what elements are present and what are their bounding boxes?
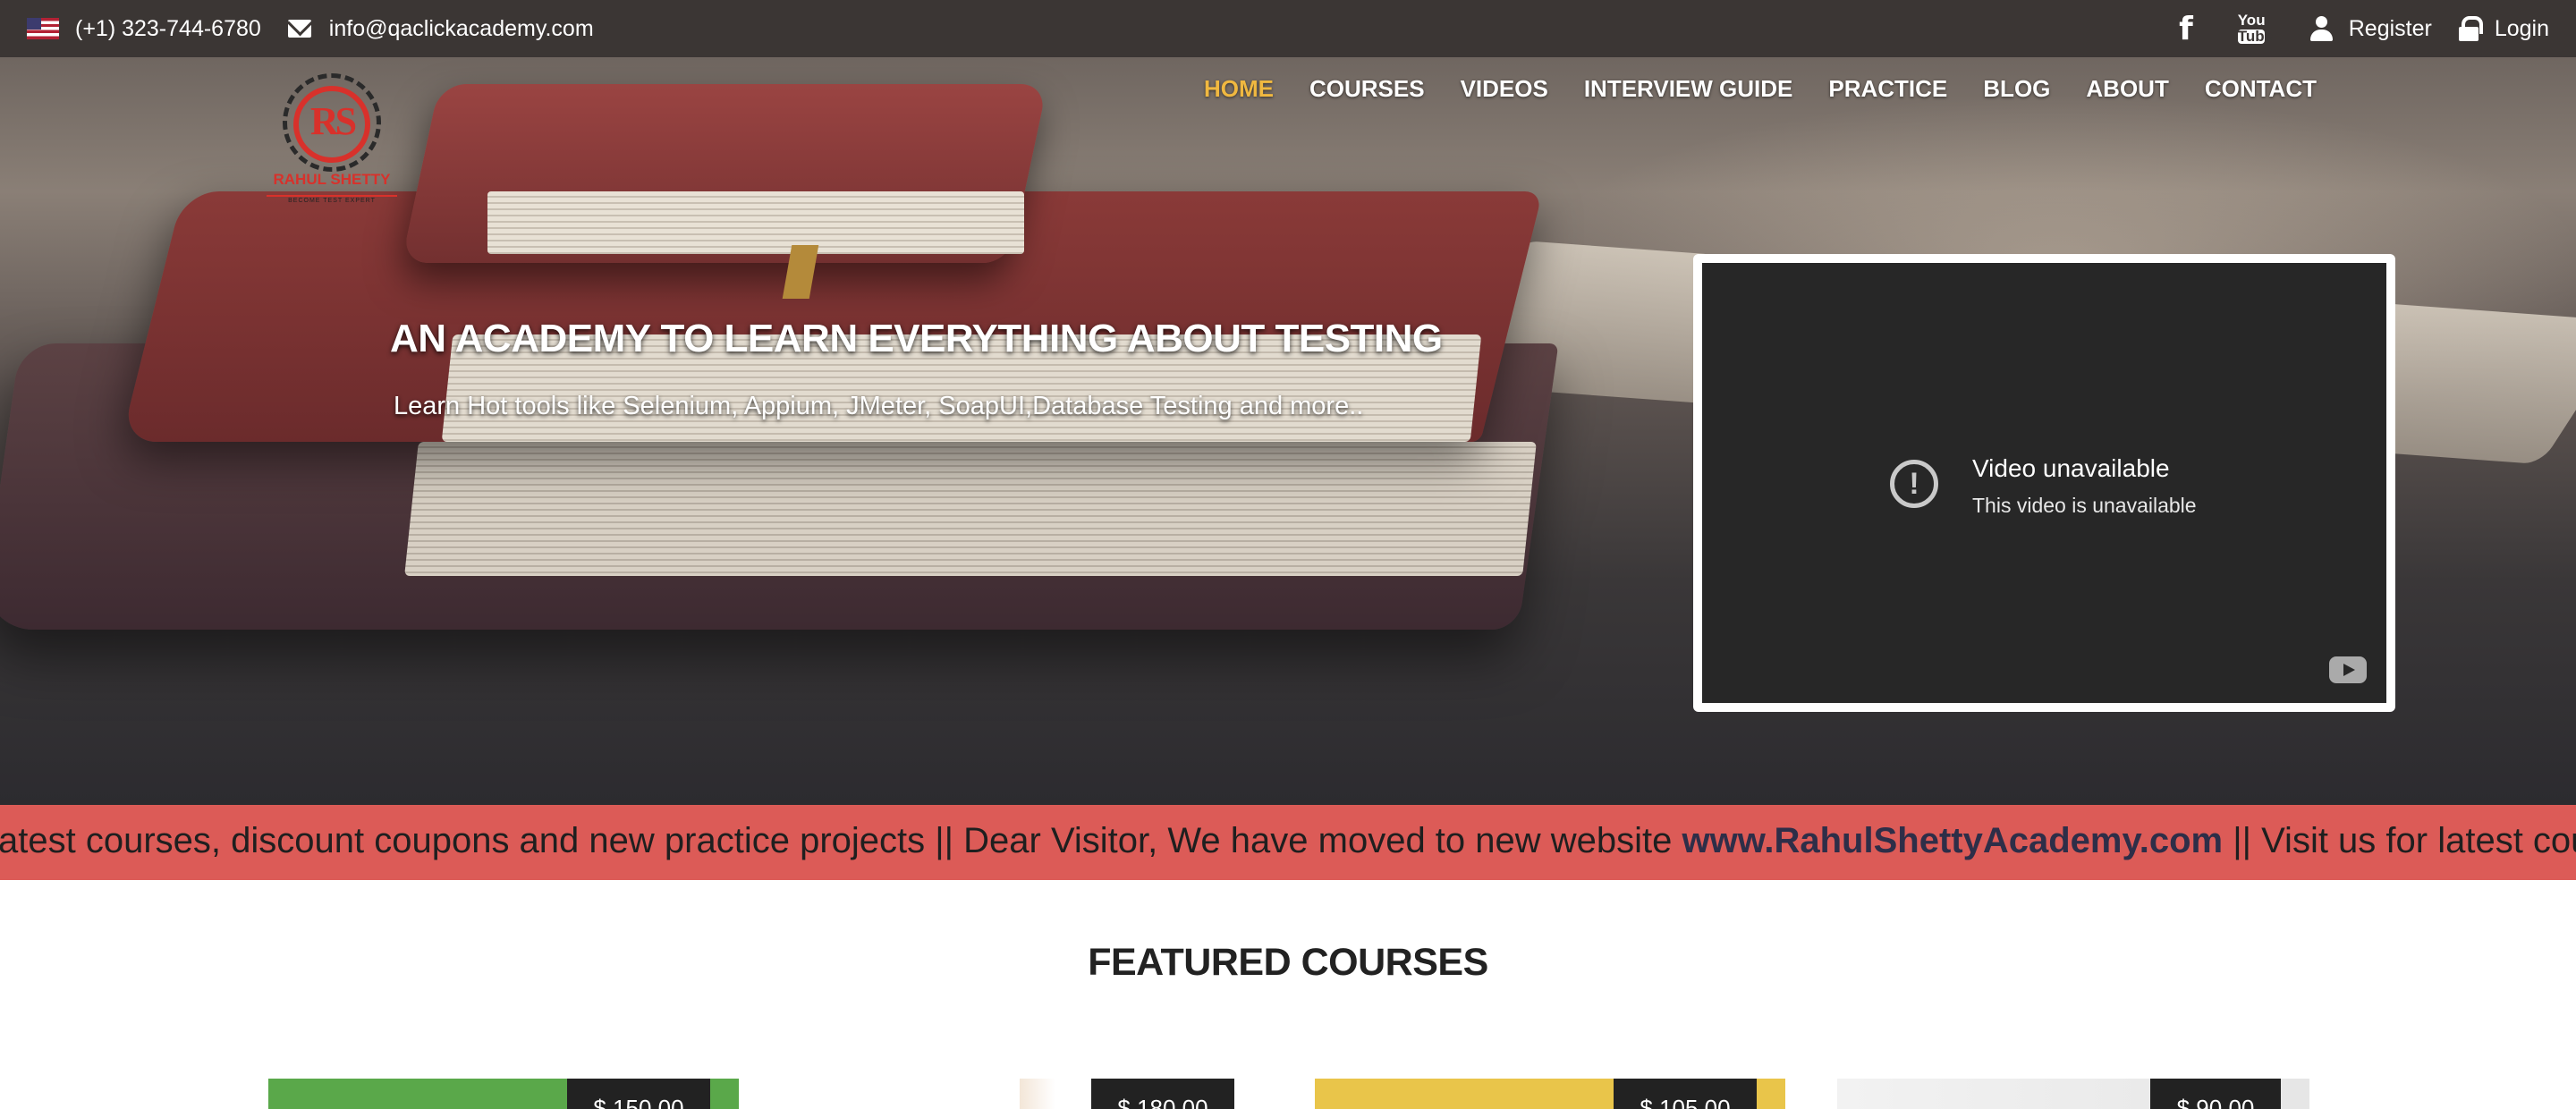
featured-courses-heading: FEATURED COURSES xyxy=(1088,941,1488,984)
nav-interview-guide[interactable]: INTERVIEW GUIDE xyxy=(1584,75,1793,103)
course-card[interactable]: $ 90.00 xyxy=(1837,1079,2309,1109)
register-link[interactable]: Register xyxy=(2349,16,2432,42)
marquee-link[interactable]: www.RahulShettyAcademy.com xyxy=(1682,821,2224,860)
video-error-detail: This video is unavailable xyxy=(1972,494,2197,517)
logo-monogram: RS xyxy=(309,99,357,143)
course-price: $ 180.00 xyxy=(1091,1079,1234,1109)
nav-about[interactable]: ABOUT xyxy=(2086,75,2168,103)
user-icon xyxy=(2309,16,2333,41)
phone-number: (+1) 323-744-6780 xyxy=(75,15,261,41)
video-player[interactable]: ! Video unavailable This video is unavai… xyxy=(1702,263,2386,703)
hero-title: AN ACADEMY TO LEARN EVERYTHING ABOUT TES… xyxy=(390,317,1443,360)
nav-home[interactable]: HOME xyxy=(1204,75,1274,103)
envelope-icon xyxy=(287,20,311,38)
lock-icon xyxy=(2458,16,2483,41)
youtube-icon[interactable]: You Tube xyxy=(2237,13,2273,44)
nav-contact[interactable]: CONTACT xyxy=(2205,75,2317,103)
course-card[interactable]: $ 105.00 xyxy=(1315,1079,1785,1109)
video-error-title: Video unavailable xyxy=(1972,454,2170,482)
nav-videos[interactable]: VIDEOS xyxy=(1461,75,1548,103)
logo-name: RAHUL SHETTY xyxy=(273,171,391,188)
hero-subtitle: Learn Hot tools like Selenium, Appium, J… xyxy=(394,392,1364,420)
course-price: $ 90.00 xyxy=(2150,1079,2281,1109)
course-price: $ 150.00 xyxy=(567,1079,710,1109)
login-link[interactable]: Login xyxy=(2495,16,2549,42)
course-card[interactable]: $ 150.00 xyxy=(268,1079,739,1109)
nav-courses[interactable]: COURSES xyxy=(1309,75,1425,103)
marquee-text-end: || Visit us for latest courses xyxy=(2233,821,2576,860)
course-card[interactable]: $ 180.00 xyxy=(769,1079,1234,1109)
nav-blog[interactable]: BLOG xyxy=(1983,75,2050,103)
site-logo[interactable]: RS RAHUL SHETTY BECOME TEST EXPERT xyxy=(267,72,397,206)
marquee-text: atest courses, discount coupons and new … xyxy=(0,821,1682,860)
top-contact-bar: (+1) 323-744-6780 info@qaclickacademy.co… xyxy=(0,0,2576,57)
announcement-marquee: atest courses, discount coupons and new … xyxy=(0,805,2576,880)
facebook-icon[interactable]: f xyxy=(2179,11,2193,47)
course-price: $ 105.00 xyxy=(1614,1079,1757,1109)
us-flag-icon xyxy=(27,18,59,39)
embedded-video[interactable]: ! Video unavailable This video is unavai… xyxy=(1693,254,2395,712)
logo-tagline: BECOME TEST EXPERT xyxy=(267,195,397,204)
alert-icon: ! xyxy=(1890,460,1938,508)
youtube-logo-icon[interactable] xyxy=(2329,656,2367,683)
main-nav: HOME COURSES VIDEOS INTERVIEW GUIDE PRAC… xyxy=(1204,75,2317,103)
contact-email[interactable]: info@qaclickacademy.com xyxy=(329,16,594,42)
nav-practice[interactable]: PRACTICE xyxy=(1828,75,1947,103)
